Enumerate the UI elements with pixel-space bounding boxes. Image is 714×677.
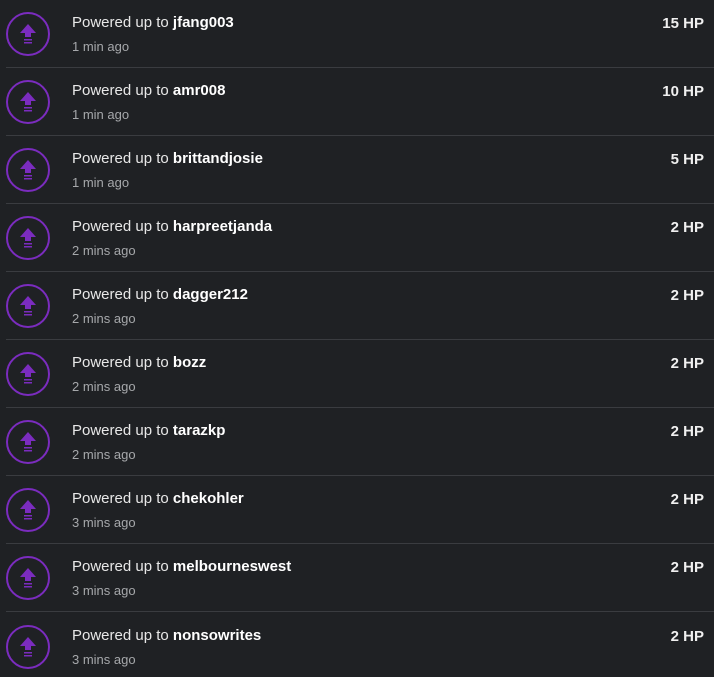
list-item[interactable]: Powered up to jfang003 1 min ago 15 HP <box>0 0 714 68</box>
list-item[interactable]: Powered up to amr008 1 min ago 10 HP <box>0 68 714 136</box>
username-link[interactable]: nonsowrites <box>173 627 261 644</box>
list-item[interactable]: Powered up to chekohler 3 mins ago 2 HP <box>0 476 714 544</box>
timestamp: 2 mins ago <box>72 447 136 462</box>
power-up-arrow-icon <box>6 284 50 328</box>
list-item[interactable]: Powered up to harpreetjanda 2 mins ago 2… <box>0 204 714 272</box>
activity-text: Powered up to jfang003 <box>72 14 234 31</box>
hp-amount: 2 HP <box>670 219 704 236</box>
timestamp: 1 min ago <box>72 39 130 54</box>
activity-text: Powered up to tarazkp <box>72 422 225 439</box>
timestamp: 3 mins ago <box>72 652 136 667</box>
activity-text: Powered up to brittandjosie <box>72 150 263 167</box>
hp-amount: 2 HP <box>670 628 704 645</box>
activity-text: Powered up to melbourneswest <box>72 558 291 575</box>
hp-amount: 15 HP <box>662 15 704 32</box>
activity-prefix: Powered up to <box>72 558 169 575</box>
username-link[interactable]: brittandjosie <box>173 150 263 167</box>
activity-text: Powered up to chekohler <box>72 490 244 507</box>
timestamp: 2 mins ago <box>72 311 136 326</box>
activity-prefix: Powered up to <box>72 82 169 99</box>
username-link[interactable]: amr008 <box>173 82 226 99</box>
activity-prefix: Powered up to <box>72 218 169 235</box>
activity-prefix: Powered up to <box>72 14 169 31</box>
power-up-arrow-icon <box>6 420 50 464</box>
list-item[interactable]: Powered up to nonsowrites 3 mins ago 2 H… <box>0 613 714 677</box>
username-link[interactable]: jfang003 <box>173 14 234 31</box>
username-link[interactable]: chekohler <box>173 490 244 507</box>
activity-prefix: Powered up to <box>72 627 169 644</box>
hp-amount: 5 HP <box>670 151 704 168</box>
activity-prefix: Powered up to <box>72 422 169 439</box>
timestamp: 3 mins ago <box>72 515 136 530</box>
timestamp: 1 min ago <box>72 107 130 122</box>
hp-amount: 2 HP <box>670 491 704 508</box>
power-up-arrow-icon <box>6 216 50 260</box>
username-link[interactable]: melbourneswest <box>173 558 291 575</box>
activity-text: Powered up to nonsowrites <box>72 627 261 644</box>
timestamp: 2 mins ago <box>72 243 136 258</box>
activity-prefix: Powered up to <box>72 150 169 167</box>
activity-text: Powered up to harpreetjanda <box>72 218 272 235</box>
power-up-arrow-icon <box>6 148 50 192</box>
hp-amount: 10 HP <box>662 83 704 100</box>
list-item[interactable]: Powered up to tarazkp 2 mins ago 2 HP <box>0 408 714 476</box>
activity-text: Powered up to dagger212 <box>72 286 248 303</box>
username-link[interactable]: dagger212 <box>173 286 248 303</box>
username-link[interactable]: bozz <box>173 354 206 371</box>
hp-amount: 2 HP <box>670 423 704 440</box>
hp-amount: 2 HP <box>670 559 704 576</box>
username-link[interactable]: tarazkp <box>173 422 226 439</box>
power-up-arrow-icon <box>6 352 50 396</box>
timestamp: 1 min ago <box>72 175 130 190</box>
activity-text: Powered up to bozz <box>72 354 206 371</box>
list-item[interactable]: Powered up to dagger212 2 mins ago 2 HP <box>0 272 714 340</box>
list-item[interactable]: Powered up to bozz 2 mins ago 2 HP <box>0 340 714 408</box>
hp-amount: 2 HP <box>670 287 704 304</box>
list-item[interactable]: Powered up to brittandjosie 1 min ago 5 … <box>0 136 714 204</box>
power-up-arrow-icon <box>6 488 50 532</box>
hp-amount: 2 HP <box>670 355 704 372</box>
power-up-arrow-icon <box>6 625 50 669</box>
activity-prefix: Powered up to <box>72 286 169 303</box>
power-up-arrow-icon <box>6 80 50 124</box>
activity-text: Powered up to amr008 <box>72 82 225 99</box>
activity-prefix: Powered up to <box>72 354 169 371</box>
power-up-arrow-icon <box>6 556 50 600</box>
list-item[interactable]: Powered up to melbourneswest 3 mins ago … <box>0 544 714 612</box>
activity-prefix: Powered up to <box>72 490 169 507</box>
timestamp: 2 mins ago <box>72 379 136 394</box>
username-link[interactable]: harpreetjanda <box>173 218 272 235</box>
divider <box>6 611 714 612</box>
power-up-activity-list: Powered up to jfang003 1 min ago 15 HP P… <box>0 0 714 677</box>
power-up-arrow-icon <box>6 12 50 56</box>
timestamp: 3 mins ago <box>72 583 136 598</box>
